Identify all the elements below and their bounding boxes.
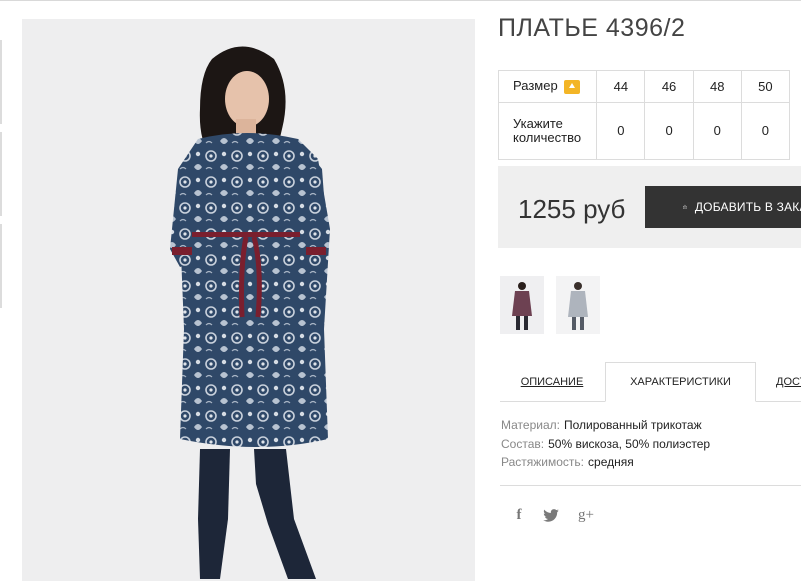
- thumb-image-alt: [556, 276, 600, 334]
- quantity-input-46[interactable]: 0: [644, 101, 694, 161]
- quantity-row: Укажите количество 0 0 0 0: [497, 101, 791, 161]
- spec-row-material: Материал: Полированный трикотаж: [501, 416, 710, 435]
- left-thumb-edge[interactable]: [0, 40, 2, 124]
- quantity-label-line1: Укажите: [513, 115, 563, 131]
- spec-key: Материал:: [501, 418, 560, 432]
- quantity-input-44[interactable]: 0: [596, 101, 646, 161]
- shopping-bag-icon: [683, 204, 687, 209]
- twitter-bird-glyph: [543, 508, 559, 522]
- add-to-order-button[interactable]: ДОБАВИТЬ В ЗАКАЗ: [645, 186, 801, 228]
- product-tabs: ОПИСАНИЕ ХАРАКТЕРИСТИКИ ДОСТАВКА: [500, 362, 801, 403]
- price: 1255 руб: [518, 194, 626, 224]
- size-46: 46: [644, 70, 694, 103]
- spec-value: средняя: [588, 455, 634, 469]
- facebook-icon[interactable]: f: [513, 506, 525, 524]
- quantity-label-line2: количество: [513, 129, 582, 145]
- left-thumb-edge[interactable]: [0, 132, 2, 216]
- tab-delivery[interactable]: ДОСТАВКА: [756, 362, 801, 402]
- size-48: 48: [692, 70, 742, 103]
- spec-value: 50% вискоза, 50% полиэстер: [548, 436, 711, 451]
- tab-characteristics[interactable]: ХАРАКТЕРИСТИКИ: [605, 362, 756, 402]
- quantity-input-48[interactable]: 0: [692, 101, 742, 161]
- twitter-icon[interactable]: [542, 506, 560, 524]
- thumb-image-front: [500, 276, 544, 334]
- size-label: Размер: [513, 78, 558, 94]
- spec-key: Растяжимость:: [501, 455, 585, 469]
- gallery-thumb-1[interactable]: [500, 276, 544, 334]
- size-label-cell: Размер: [497, 70, 598, 103]
- top-divider: [0, 0, 801, 1]
- social-divider: [500, 485, 801, 486]
- model-illustration: [170, 46, 330, 579]
- size-row: Размер 44 46 48 50: [497, 70, 791, 103]
- left-thumbnail-strip: [0, 40, 3, 316]
- characteristics-list: Материал: Полированный трикотаж Состав: 50…: [501, 416, 710, 472]
- spec-value: Полированный трикотаж: [563, 418, 702, 432]
- spec-row-stretch: Растяжимость: средняя: [501, 453, 710, 472]
- main-product-photo[interactable]: [22, 19, 475, 581]
- size-44: 44: [596, 70, 646, 103]
- tab-description[interactable]: ОПИСАНИЕ: [500, 362, 604, 402]
- quantity-label-cell: Укажите количество: [497, 101, 598, 161]
- quantity-input-50[interactable]: 0: [740, 101, 791, 161]
- add-to-order-label: ДОБАВИТЬ В ЗАКАЗ: [694, 200, 801, 214]
- size-chart-icon[interactable]: [563, 79, 580, 94]
- left-thumb-edge[interactable]: [0, 224, 2, 308]
- product-title: ПЛАТЬЕ 4396/2: [498, 14, 686, 42]
- size-50: 50: [740, 70, 791, 103]
- gallery-thumb-2[interactable]: [556, 276, 600, 334]
- google-plus-icon[interactable]: g+: [576, 506, 596, 524]
- size-quantity-table: Размер 44 46 48 50 Укажите количество 0 …: [497, 70, 791, 161]
- spec-row-composition: Состав: 50% вискоза, 50% полиэстер: [501, 435, 710, 454]
- spec-key: Состав:: [501, 436, 545, 451]
- price-panel: 1255 руб ДОБАВИТЬ В ЗАКАЗ: [498, 166, 801, 248]
